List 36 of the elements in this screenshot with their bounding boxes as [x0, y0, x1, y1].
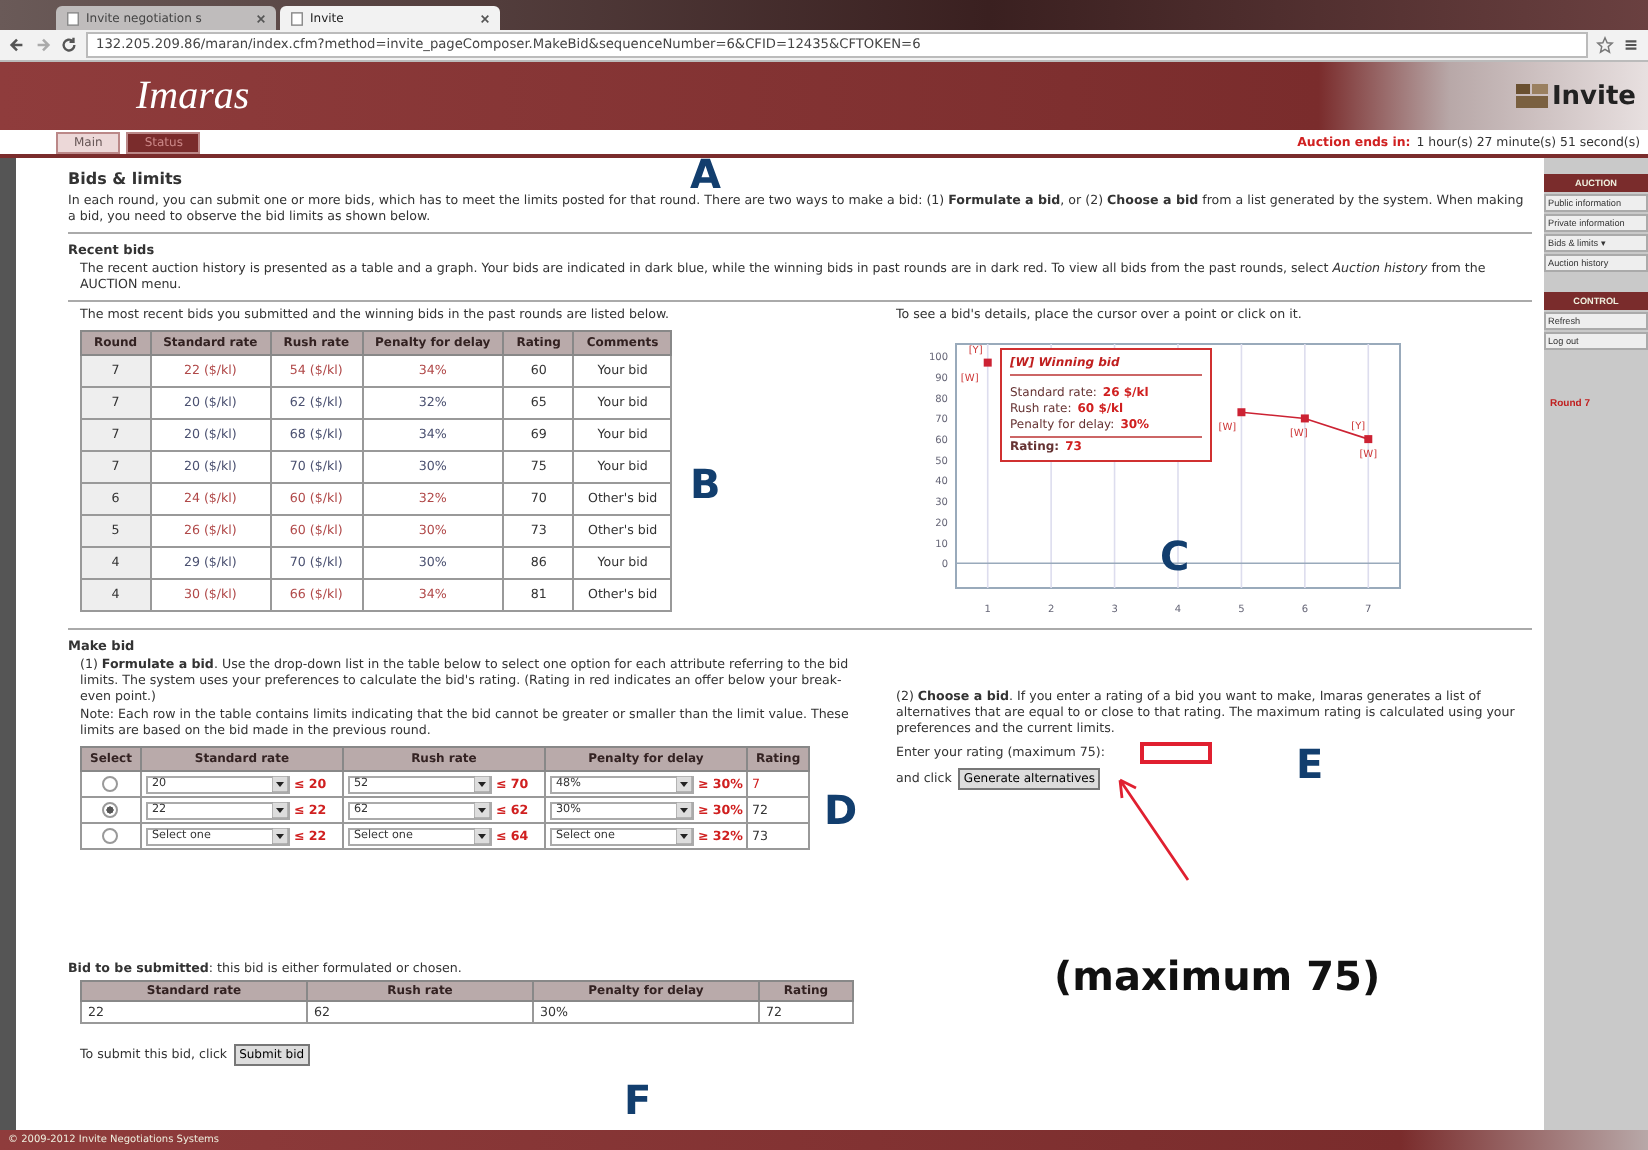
data-point[interactable]	[1237, 408, 1246, 417]
close-icon[interactable]	[256, 13, 266, 23]
dropdown-arrow-icon	[271, 776, 288, 792]
annotation-letter: E	[1296, 744, 1324, 784]
back-icon[interactable]	[8, 36, 26, 54]
radio-button[interactable]	[102, 776, 119, 792]
data-point[interactable]	[1300, 414, 1309, 423]
brand-name: Invite	[1551, 81, 1636, 111]
dropdown-arrow-icon	[271, 828, 288, 844]
dropdown-arrow-icon	[675, 828, 692, 844]
annotation-letter: A	[690, 154, 721, 194]
logo-icon	[1515, 84, 1548, 108]
reload-icon[interactable]	[60, 36, 78, 54]
annotation-letter: F	[624, 1080, 652, 1120]
callout-text: (maximum 75)	[1054, 952, 1381, 1000]
menu-icon[interactable]	[1622, 36, 1640, 54]
annotation-letter: C	[1160, 536, 1190, 576]
rating-input[interactable]	[1139, 742, 1211, 764]
radio-button[interactable]	[102, 828, 119, 844]
page-icon	[290, 11, 304, 25]
dropdown-arrow-icon	[473, 776, 490, 792]
star-icon[interactable]	[1596, 36, 1614, 54]
dropdown-arrow-icon	[675, 802, 692, 818]
page-icon	[66, 11, 80, 25]
dropdown-arrow-icon	[473, 828, 490, 844]
data-point[interactable]	[983, 358, 992, 367]
radio-button[interactable]	[102, 802, 119, 818]
page-title: Bids & limits	[68, 170, 183, 188]
data-point[interactable]	[1364, 435, 1373, 444]
annotation-letter: B	[690, 464, 721, 504]
app-title: Imaras	[136, 73, 250, 119]
close-icon[interactable]	[480, 13, 490, 23]
annotation-letter: D	[824, 790, 858, 830]
dropdown-arrow-icon	[473, 802, 490, 818]
dropdown-arrow-icon	[675, 776, 692, 792]
dropdown-arrow-icon	[271, 802, 288, 818]
